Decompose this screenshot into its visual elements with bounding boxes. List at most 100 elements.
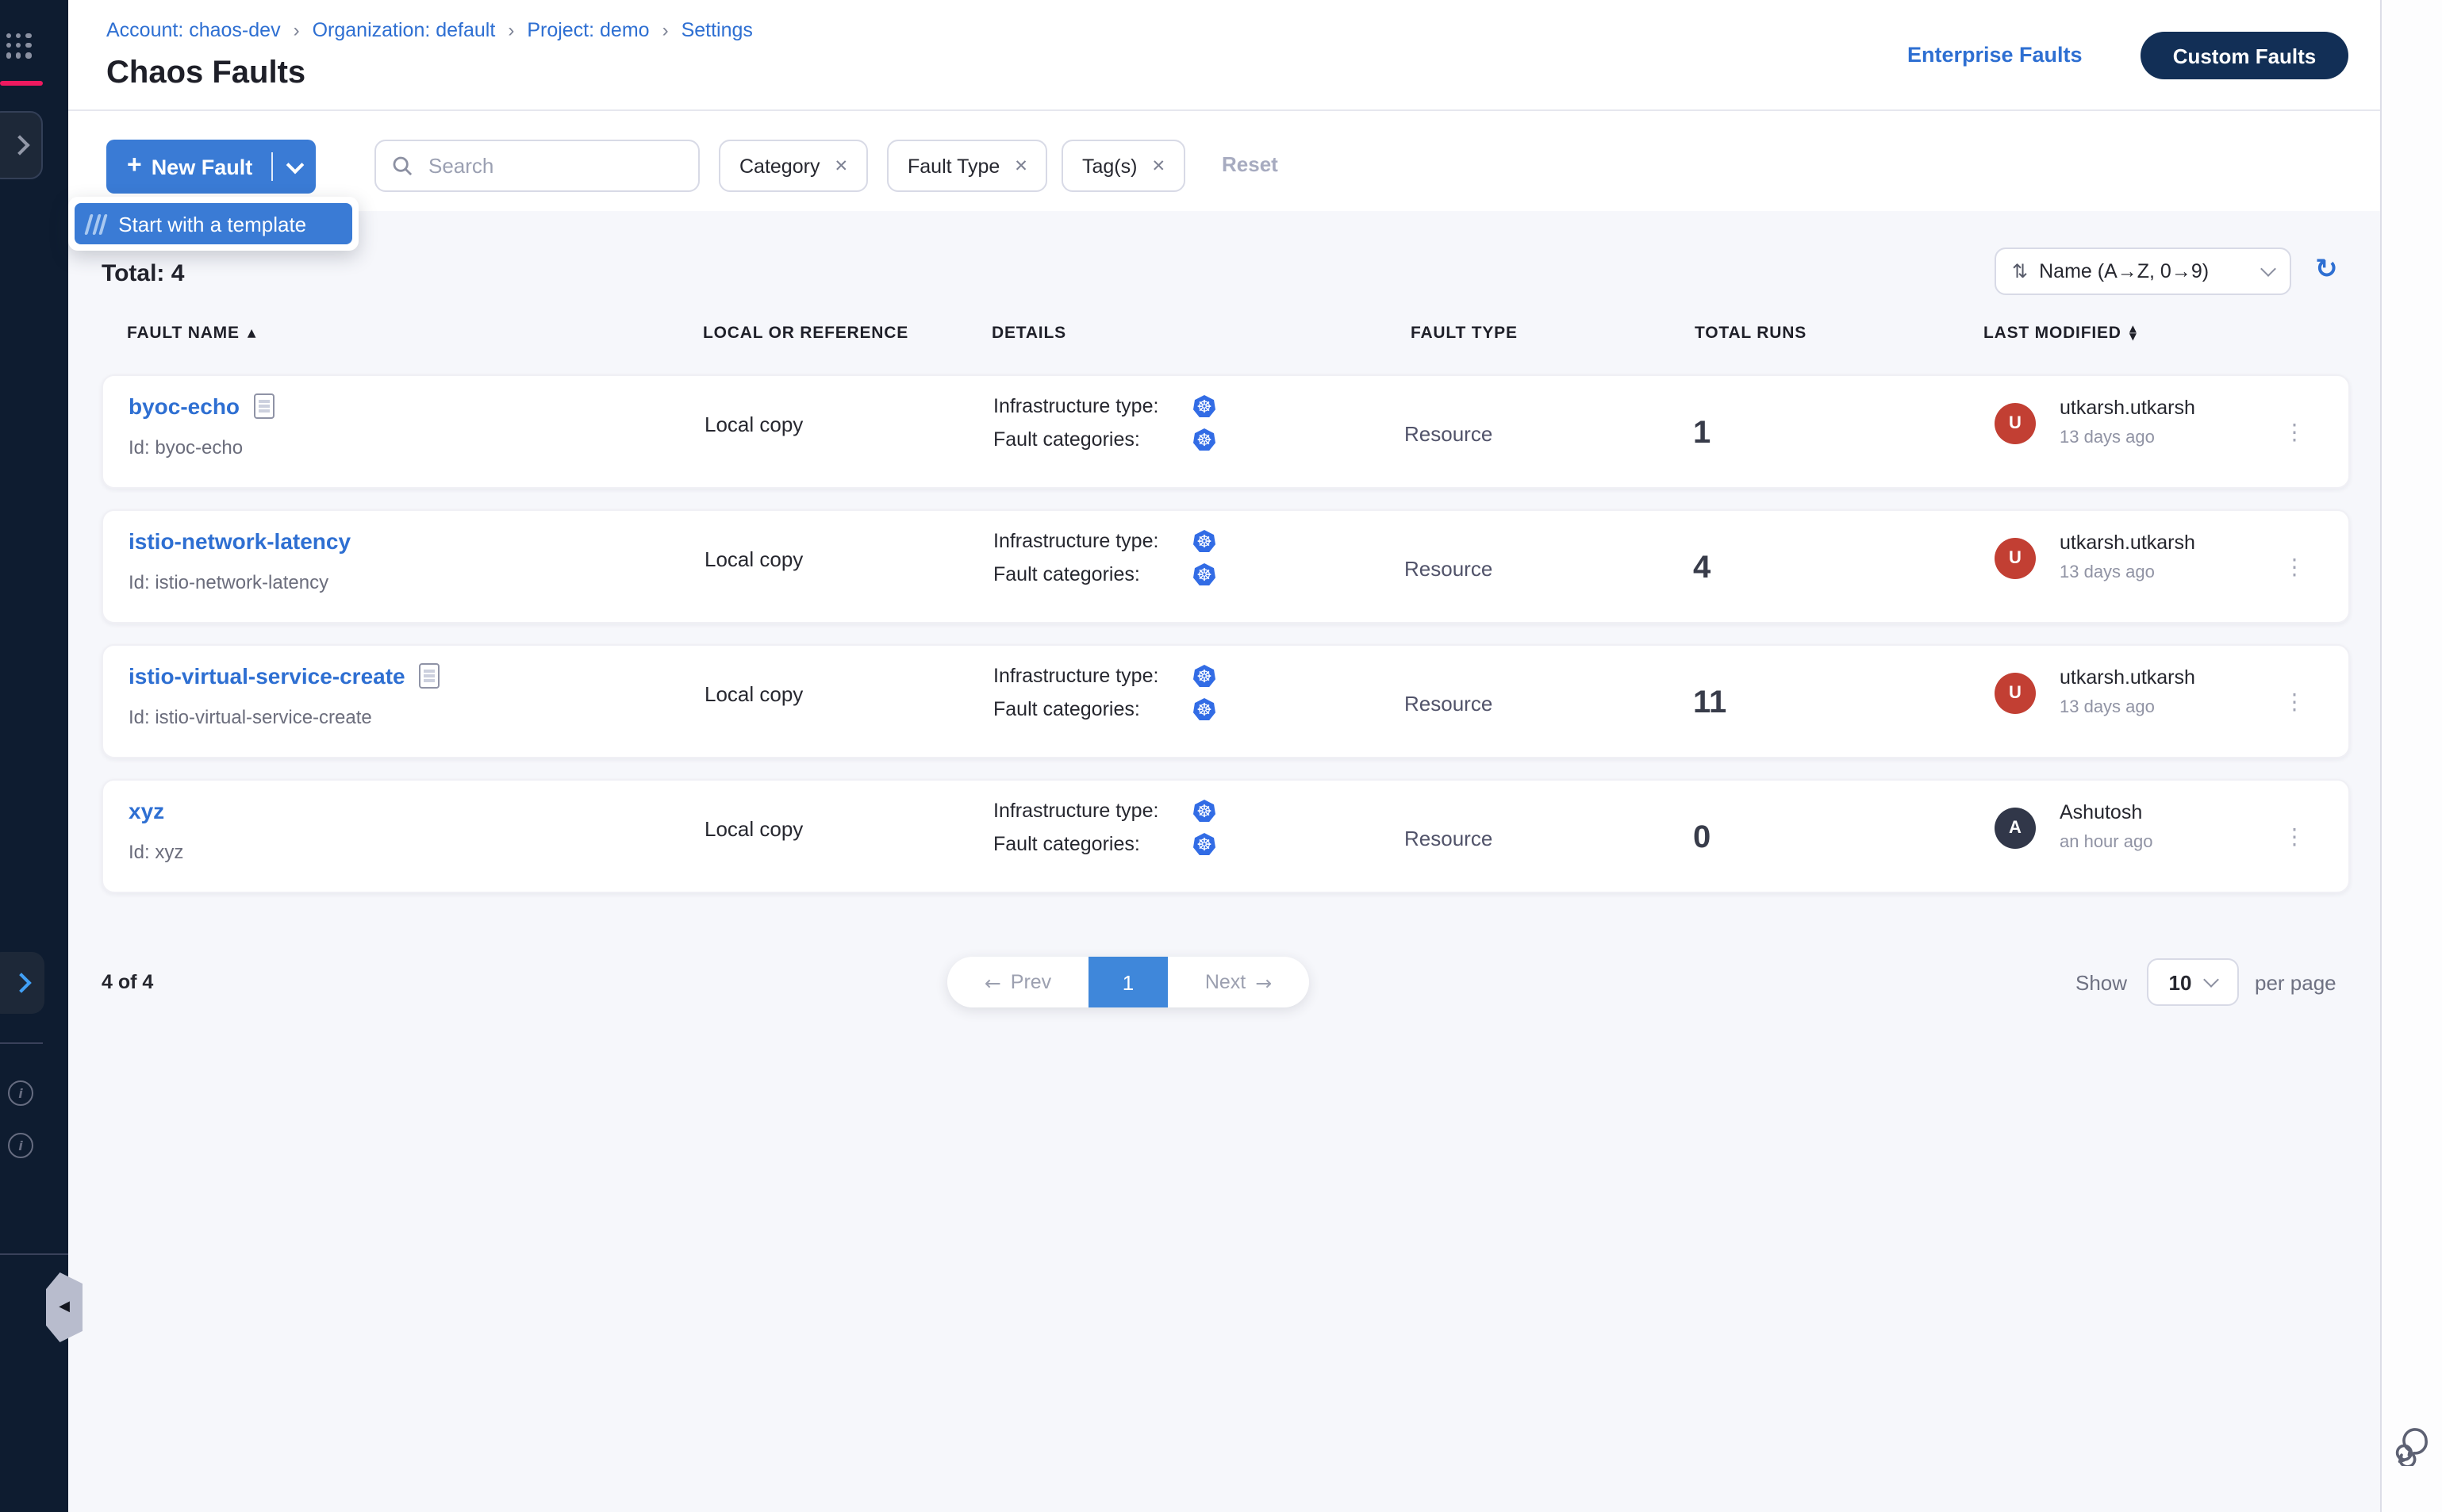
breadcrumb-account[interactable]: Account: chaos-dev	[106, 19, 281, 41]
reset-filters-button[interactable]: Reset	[1222, 152, 1278, 176]
per-page-label: per page	[2255, 971, 2336, 995]
manifest-doc-icon[interactable]	[420, 663, 440, 689]
sort-select[interactable]: ⇅ Name (A→Z, 0→9)	[1995, 248, 2291, 295]
local-or-reference: Local copy	[705, 646, 803, 741]
column-label: DETAILS	[992, 324, 1066, 343]
fault-name-link[interactable]: istio-virtual-service-create	[129, 663, 440, 689]
user-name: utkarsh.utkarsh	[2060, 666, 2195, 689]
filter-chip-category[interactable]: Category ✕	[719, 140, 867, 192]
fault-name: istio-network-latency	[129, 528, 351, 554]
fault-id: Id: istio-virtual-service-create	[129, 706, 372, 728]
fault-row[interactable]: istio-virtual-service-create Id: istio-v…	[102, 644, 2350, 758]
fault-id: Id: istio-network-latency	[129, 571, 328, 593]
fault-row[interactable]: xyz Id: xyz Local copy Infrastructure ty…	[102, 779, 2350, 893]
modified-time: 13 days ago	[2060, 428, 2155, 447]
kebab-menu-button[interactable]: ⋮	[2279, 511, 2310, 625]
filter-chip-fault-type[interactable]: Fault Type ✕	[887, 140, 1047, 192]
sidebar-divider	[0, 1042, 43, 1044]
plus-icon: +	[127, 152, 142, 181]
fault-name-link[interactable]: xyz	[129, 798, 164, 823]
fault-details: Infrastructure type: ☸ Fault categories:…	[993, 530, 1215, 585]
fault-type: Resource	[1404, 511, 1492, 625]
prev-page-button[interactable]: ← Prev	[947, 957, 1089, 1007]
sort-ascending-icon: ▲	[248, 327, 257, 340]
column-header-fault-type: FAULT TYPE	[1411, 324, 1518, 343]
infrastructure-type-label: Infrastructure type:	[993, 530, 1193, 552]
close-icon[interactable]: ✕	[1151, 156, 1165, 175]
chevron-down-icon[interactable]	[286, 155, 305, 174]
kebab-menu-button[interactable]: ⋮	[2279, 376, 2310, 490]
fault-name: xyz	[129, 798, 164, 823]
fault-name-link[interactable]: istio-network-latency	[129, 528, 351, 554]
start-with-template-option[interactable]: Start with a template	[75, 203, 352, 244]
sidebar-expand-button[interactable]	[0, 952, 44, 1014]
fault-type: Resource	[1404, 646, 1492, 760]
breadcrumb-organization[interactable]: Organization: default	[313, 19, 496, 41]
filter-chip-label: Tag(s)	[1082, 155, 1137, 177]
custom-faults-button[interactable]: Custom Faults	[2141, 32, 2348, 79]
close-icon[interactable]: ✕	[1014, 156, 1028, 175]
sort-value: Name (A→Z, 0→9)	[2039, 260, 2209, 282]
next-page-button[interactable]: Next →	[1168, 957, 1309, 1007]
breadcrumb-settings[interactable]: Settings	[682, 19, 753, 41]
kubernetes-icon: ☸	[1193, 530, 1215, 552]
enterprise-faults-link[interactable]: Enterprise Faults	[1907, 43, 2083, 67]
page-title: Chaos Faults	[106, 56, 305, 92]
filter-chip-tags[interactable]: Tag(s) ✕	[1062, 140, 1185, 192]
search-input[interactable]	[425, 152, 670, 179]
avatar: U	[1995, 673, 2036, 714]
column-header-local-or-reference: LOCAL OR REFERENCE	[703, 324, 908, 343]
current-page-button[interactable]: 1	[1089, 957, 1168, 1007]
arrow-left-icon: ←	[985, 970, 1001, 994]
user-name: Ashutosh	[2060, 801, 2142, 823]
kubernetes-icon: ☸	[1193, 665, 1215, 687]
page-size-select[interactable]: 10	[2147, 958, 2239, 1006]
help-info-icon[interactable]: i	[8, 1080, 33, 1106]
refresh-button[interactable]: ↻	[2315, 254, 2338, 286]
kebab-menu-button[interactable]: ⋮	[2279, 781, 2310, 895]
chat-help-icon[interactable]	[2391, 1425, 2432, 1474]
fault-categories-label: Fault categories:	[993, 563, 1193, 585]
fault-row[interactable]: byoc-echo Id: byoc-echo Local copy Infra…	[102, 374, 2350, 489]
show-label: Show	[2075, 971, 2127, 995]
about-info-icon[interactable]: i	[8, 1133, 33, 1158]
manifest-doc-icon[interactable]	[254, 393, 275, 419]
fault-row[interactable]: istio-network-latency Id: istio-network-…	[102, 509, 2350, 624]
close-icon[interactable]: ✕	[834, 156, 848, 175]
local-or-reference: Local copy	[705, 781, 803, 876]
fault-id: Id: xyz	[129, 841, 183, 863]
sort-updown-icon: ⇅	[2012, 260, 2028, 282]
column-label: FAULT TYPE	[1411, 324, 1518, 343]
fault-type: Resource	[1404, 376, 1492, 490]
column-header-last-modified[interactable]: LAST MODIFIED ▲▼	[1983, 324, 2137, 343]
fault-name-link[interactable]: byoc-echo	[129, 393, 275, 419]
user-name: utkarsh.utkarsh	[2060, 397, 2195, 419]
total-runs-value: 4	[1693, 511, 1711, 625]
column-label: TOTAL RUNS	[1695, 324, 1807, 343]
total-runs-value: 1	[1693, 376, 1711, 490]
breadcrumb-project[interactable]: Project: demo	[527, 19, 649, 41]
new-fault-button[interactable]: + New Fault	[106, 140, 316, 194]
fault-id: Id: byoc-echo	[129, 436, 243, 459]
right-panel-strip	[2380, 0, 2442, 1512]
column-header-details: DETAILS	[992, 324, 1066, 343]
app-launcher-icon[interactable]	[6, 33, 32, 59]
kubernetes-icon: ☸	[1193, 800, 1215, 822]
sidebar-collapse-handle[interactable]: ◀	[46, 1272, 83, 1342]
chevron-down-icon	[2204, 972, 2220, 988]
breadcrumb: Account: chaos-dev › Organization: defau…	[106, 19, 753, 41]
modified-time: an hour ago	[2060, 833, 2152, 852]
filter-chip-label: Fault Type	[908, 155, 1000, 177]
local-or-reference: Local copy	[705, 511, 803, 606]
modified-time: 13 days ago	[2060, 698, 2155, 717]
infrastructure-type-label: Infrastructure type:	[993, 800, 1193, 822]
infrastructure-type-label: Infrastructure type:	[993, 665, 1193, 687]
template-option-label: Start with a template	[118, 212, 306, 236]
kebab-menu-button[interactable]: ⋮	[2279, 646, 2310, 760]
sidebar-flyout-button[interactable]	[0, 111, 43, 179]
new-fault-dropdown: Start with a template	[68, 197, 359, 251]
next-label: Next	[1205, 971, 1246, 993]
column-header-fault-name[interactable]: FAULT NAME ▲	[127, 324, 256, 343]
prev-label: Prev	[1011, 971, 1051, 993]
kubernetes-icon: ☸	[1193, 698, 1215, 720]
